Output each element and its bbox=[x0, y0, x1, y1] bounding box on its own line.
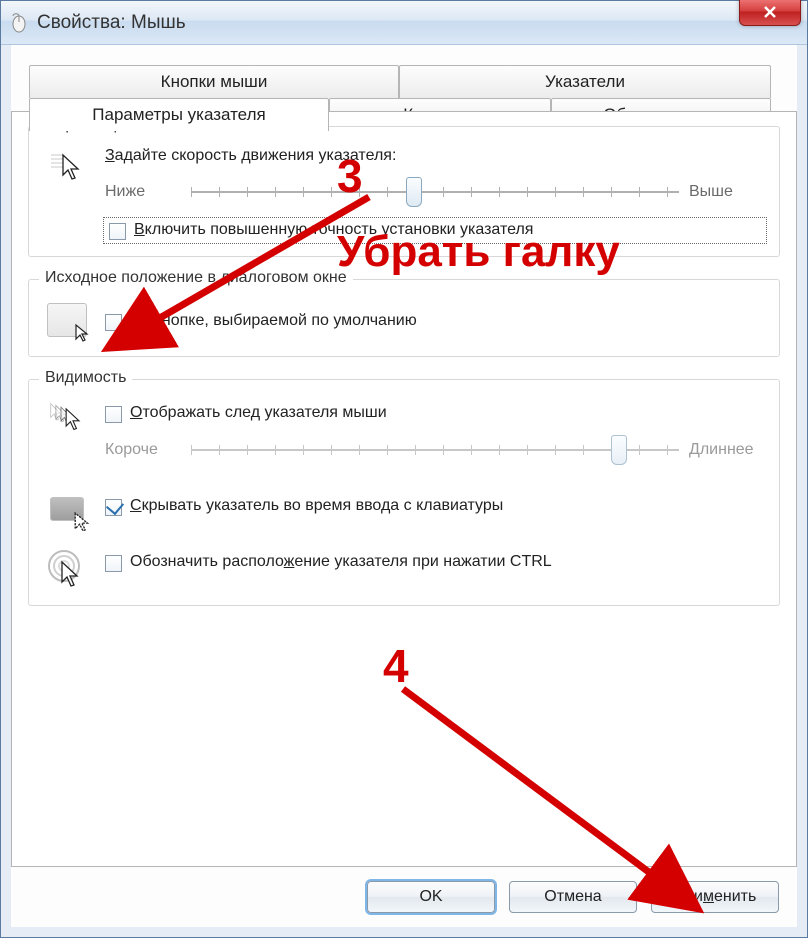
trails-short-label: Короче bbox=[105, 441, 181, 459]
trails-long-label: Длиннее bbox=[689, 441, 765, 459]
pointer-speed-label: Задайте скорость движения указателя: bbox=[105, 147, 396, 164]
pointer-speed-slider[interactable] bbox=[191, 179, 679, 205]
ctrl-locate-label: Обозначить расположение указателя при на… bbox=[130, 553, 552, 571]
window-title: Свойства: Мышь bbox=[37, 12, 803, 34]
group-visibility-title: Видимость bbox=[39, 369, 132, 387]
button-bar: OK Отмена Применить bbox=[367, 881, 779, 913]
ctrl-locate-icon bbox=[43, 547, 91, 591]
trails-row[interactable]: Отображать след указателя мыши bbox=[105, 404, 765, 423]
group-visibility: Видимость Отображать след ука bbox=[28, 379, 780, 606]
enhance-precision-row[interactable]: Включить повышенную точность установки у… bbox=[105, 219, 765, 242]
hide-typing-icon bbox=[43, 487, 91, 531]
close-button[interactable] bbox=[739, 0, 801, 26]
tab-panel-pointer-options: Перемещение Задайте скорость движения ук… bbox=[11, 111, 797, 867]
hide-typing-label: Скрывать указатель во время ввода с клав… bbox=[130, 497, 503, 515]
snap-to-checkbox[interactable] bbox=[105, 314, 122, 331]
trails-label: Отображать след указателя мыши bbox=[130, 404, 387, 422]
tab-pointer-options[interactable]: Параметры указателя bbox=[29, 98, 329, 131]
enhance-precision-label: Включить повышенную точность установки у… bbox=[134, 221, 533, 239]
trails-checkbox[interactable] bbox=[105, 406, 122, 423]
group-snap-title: Исходное положение в диалоговом окне bbox=[39, 269, 353, 287]
motion-cursor-icon bbox=[43, 145, 91, 189]
apply-button[interactable]: Применить bbox=[651, 881, 779, 913]
hide-typing-checkbox[interactable] bbox=[105, 499, 122, 516]
mouse-properties-window: Свойства: Мышь Кнопки мыши Указатели Пар… bbox=[0, 0, 808, 938]
group-motion: Перемещение Задайте скорость движения ук… bbox=[28, 126, 780, 257]
hide-typing-row[interactable]: Скрывать указатель во время ввода с клав… bbox=[105, 497, 765, 516]
cancel-button[interactable]: Отмена bbox=[509, 881, 637, 913]
trails-length-slider bbox=[191, 437, 679, 463]
ok-button[interactable]: OK bbox=[367, 881, 495, 913]
speed-slow-label: Ниже bbox=[105, 183, 181, 201]
enhance-precision-checkbox[interactable] bbox=[109, 223, 126, 240]
titlebar[interactable]: Свойства: Мышь bbox=[1, 1, 807, 45]
client-area: Кнопки мыши Указатели Параметры указател… bbox=[1, 45, 807, 937]
snap-icon bbox=[43, 298, 91, 342]
tab-mouse-buttons[interactable]: Кнопки мыши bbox=[29, 65, 399, 98]
snap-to-row[interactable]: На кнопке, выбираемой по умолчанию bbox=[105, 312, 765, 331]
speed-fast-label: Выше bbox=[689, 183, 765, 201]
trails-icon bbox=[43, 398, 91, 442]
snap-to-label: На кнопке, выбираемой по умолчанию bbox=[130, 312, 417, 330]
group-snap: Исходное положение в диалоговом окне На … bbox=[28, 279, 780, 357]
tab-pointers[interactable]: Указатели bbox=[399, 65, 771, 98]
ctrl-locate-checkbox[interactable] bbox=[105, 555, 122, 572]
ctrl-locate-row[interactable]: Обозначить расположение указателя при на… bbox=[105, 553, 765, 572]
mouse-icon bbox=[9, 13, 29, 33]
